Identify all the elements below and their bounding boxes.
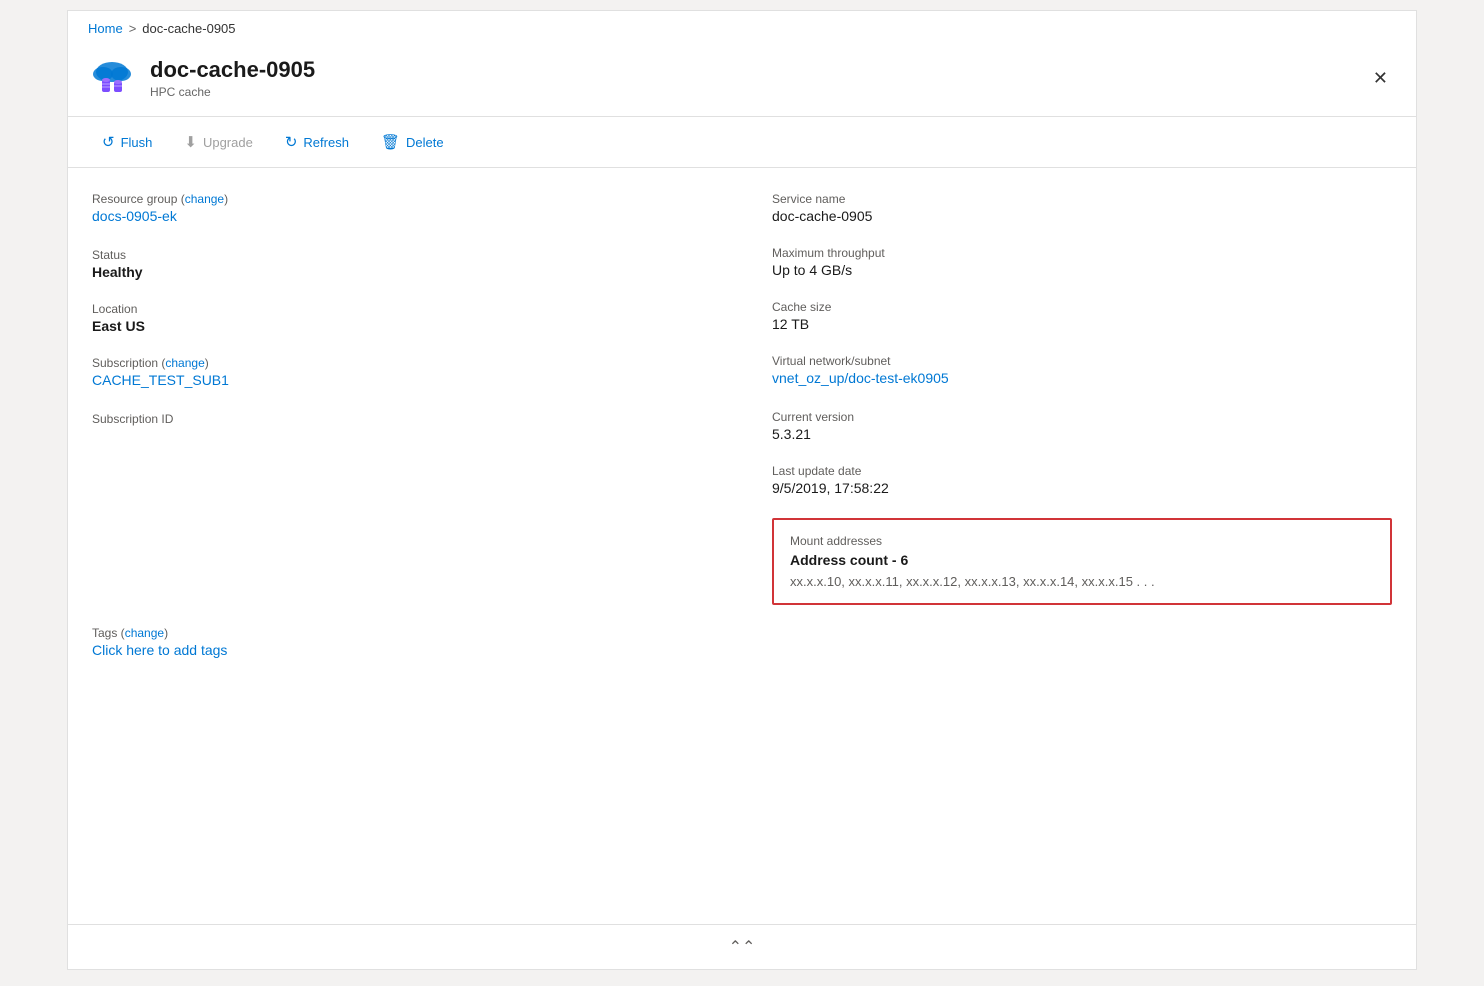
virtual-network-label: Virtual network/subnet: [772, 354, 1392, 368]
right-column: Service name doc-cache-0905 Maximum thro…: [752, 192, 1392, 660]
upgrade-label: Upgrade: [203, 135, 253, 150]
current-version-value: 5.3.21: [772, 426, 1392, 442]
left-column: Resource group (change) docs-0905-ek Sta…: [92, 192, 752, 660]
cache-size-label: Cache size: [772, 300, 1392, 314]
tags-block: Tags (change) Click here to add tags: [92, 626, 712, 660]
delete-icon: 🗑: [381, 133, 400, 151]
header-left: doc-cache-0905 HPC cache: [88, 54, 315, 102]
tags-add-link[interactable]: Click here to add tags: [92, 642, 227, 658]
collapse-chevron-icon[interactable]: ⌃⌃: [729, 937, 756, 957]
cache-size-value: 12 TB: [772, 316, 1392, 332]
location-value: East US: [92, 318, 712, 334]
breadcrumb-separator: >: [129, 21, 137, 36]
mount-addresses-list: xx.x.x.10, xx.x.x.11, xx.x.x.12, xx.x.x.…: [790, 574, 1374, 589]
resource-subtitle: HPC cache: [150, 85, 315, 99]
subscription-id-label: Subscription ID: [92, 412, 712, 426]
refresh-label: Refresh: [303, 135, 349, 150]
delete-label: Delete: [406, 135, 444, 150]
main-panel: Home > doc-cache-0905: [67, 10, 1417, 970]
last-update-value: 9/5/2019, 17:58:22: [772, 480, 1392, 496]
close-button[interactable]: ✕: [1365, 64, 1396, 93]
flush-icon: ↺: [102, 133, 115, 151]
max-throughput-value: Up to 4 GB/s: [772, 262, 1392, 278]
resource-group-label: Resource group (change): [92, 192, 712, 206]
flush-label: Flush: [121, 135, 153, 150]
status-block: Status Healthy: [92, 248, 712, 280]
virtual-network-value[interactable]: vnet_oz_up/doc-test-ek0905: [772, 370, 949, 386]
tags-change-link[interactable]: change: [125, 626, 164, 640]
last-update-label: Last update date: [772, 464, 1392, 478]
resource-title: doc-cache-0905: [150, 57, 315, 83]
upgrade-button[interactable]: ⬇ Upgrade: [170, 127, 266, 157]
page-header: doc-cache-0905 HPC cache ✕: [68, 42, 1416, 117]
status-value: Healthy: [92, 264, 712, 280]
content-area: Resource group (change) docs-0905-ek Sta…: [68, 168, 1416, 684]
last-update-block: Last update date 9/5/2019, 17:58:22: [772, 464, 1392, 496]
mount-count-value: Address count - 6: [790, 552, 1374, 568]
breadcrumb: Home > doc-cache-0905: [68, 11, 1416, 42]
delete-button[interactable]: 🗑 Delete: [367, 127, 458, 157]
service-name-block: Service name doc-cache-0905: [772, 192, 1392, 224]
virtual-network-block: Virtual network/subnet vnet_oz_up/doc-te…: [772, 354, 1392, 388]
resource-group-block: Resource group (change) docs-0905-ek: [92, 192, 712, 226]
service-name-label: Service name: [772, 192, 1392, 206]
hpc-cache-icon: [88, 54, 136, 102]
subscription-block: Subscription (change) CACHE_TEST_SUB1: [92, 356, 712, 390]
upgrade-icon: ⬇: [184, 133, 197, 151]
footer: ⌃⌃: [68, 924, 1416, 969]
subscription-change-link[interactable]: change: [165, 356, 204, 370]
current-version-block: Current version 5.3.21: [772, 410, 1392, 442]
mount-addresses-label: Mount addresses: [790, 534, 1374, 548]
cache-size-block: Cache size 12 TB: [772, 300, 1392, 332]
max-throughput-block: Maximum throughput Up to 4 GB/s: [772, 246, 1392, 278]
subscription-value[interactable]: CACHE_TEST_SUB1: [92, 372, 229, 388]
current-version-label: Current version: [772, 410, 1392, 424]
mount-addresses-box: Mount addresses Address count - 6 xx.x.x…: [772, 518, 1392, 605]
refresh-icon: ↻: [285, 133, 298, 151]
location-label: Location: [92, 302, 712, 316]
toolbar: ↺ Flush ⬇ Upgrade ↻ Refresh 🗑 Delete: [68, 117, 1416, 168]
subscription-label: Subscription (change): [92, 356, 712, 370]
service-name-value: doc-cache-0905: [772, 208, 1392, 224]
location-block: Location East US: [92, 302, 712, 334]
header-title-block: doc-cache-0905 HPC cache: [150, 57, 315, 99]
breadcrumb-home-link[interactable]: Home: [88, 21, 123, 36]
status-label: Status: [92, 248, 712, 262]
resource-group-change-link[interactable]: change: [185, 192, 224, 206]
refresh-button[interactable]: ↻ Refresh: [271, 127, 363, 157]
max-throughput-label: Maximum throughput: [772, 246, 1392, 260]
flush-button[interactable]: ↺ Flush: [88, 127, 166, 157]
breadcrumb-current: doc-cache-0905: [142, 21, 235, 36]
resource-group-value[interactable]: docs-0905-ek: [92, 208, 177, 224]
tags-label: Tags (change): [92, 626, 712, 640]
subscription-id-block: Subscription ID: [92, 412, 712, 426]
